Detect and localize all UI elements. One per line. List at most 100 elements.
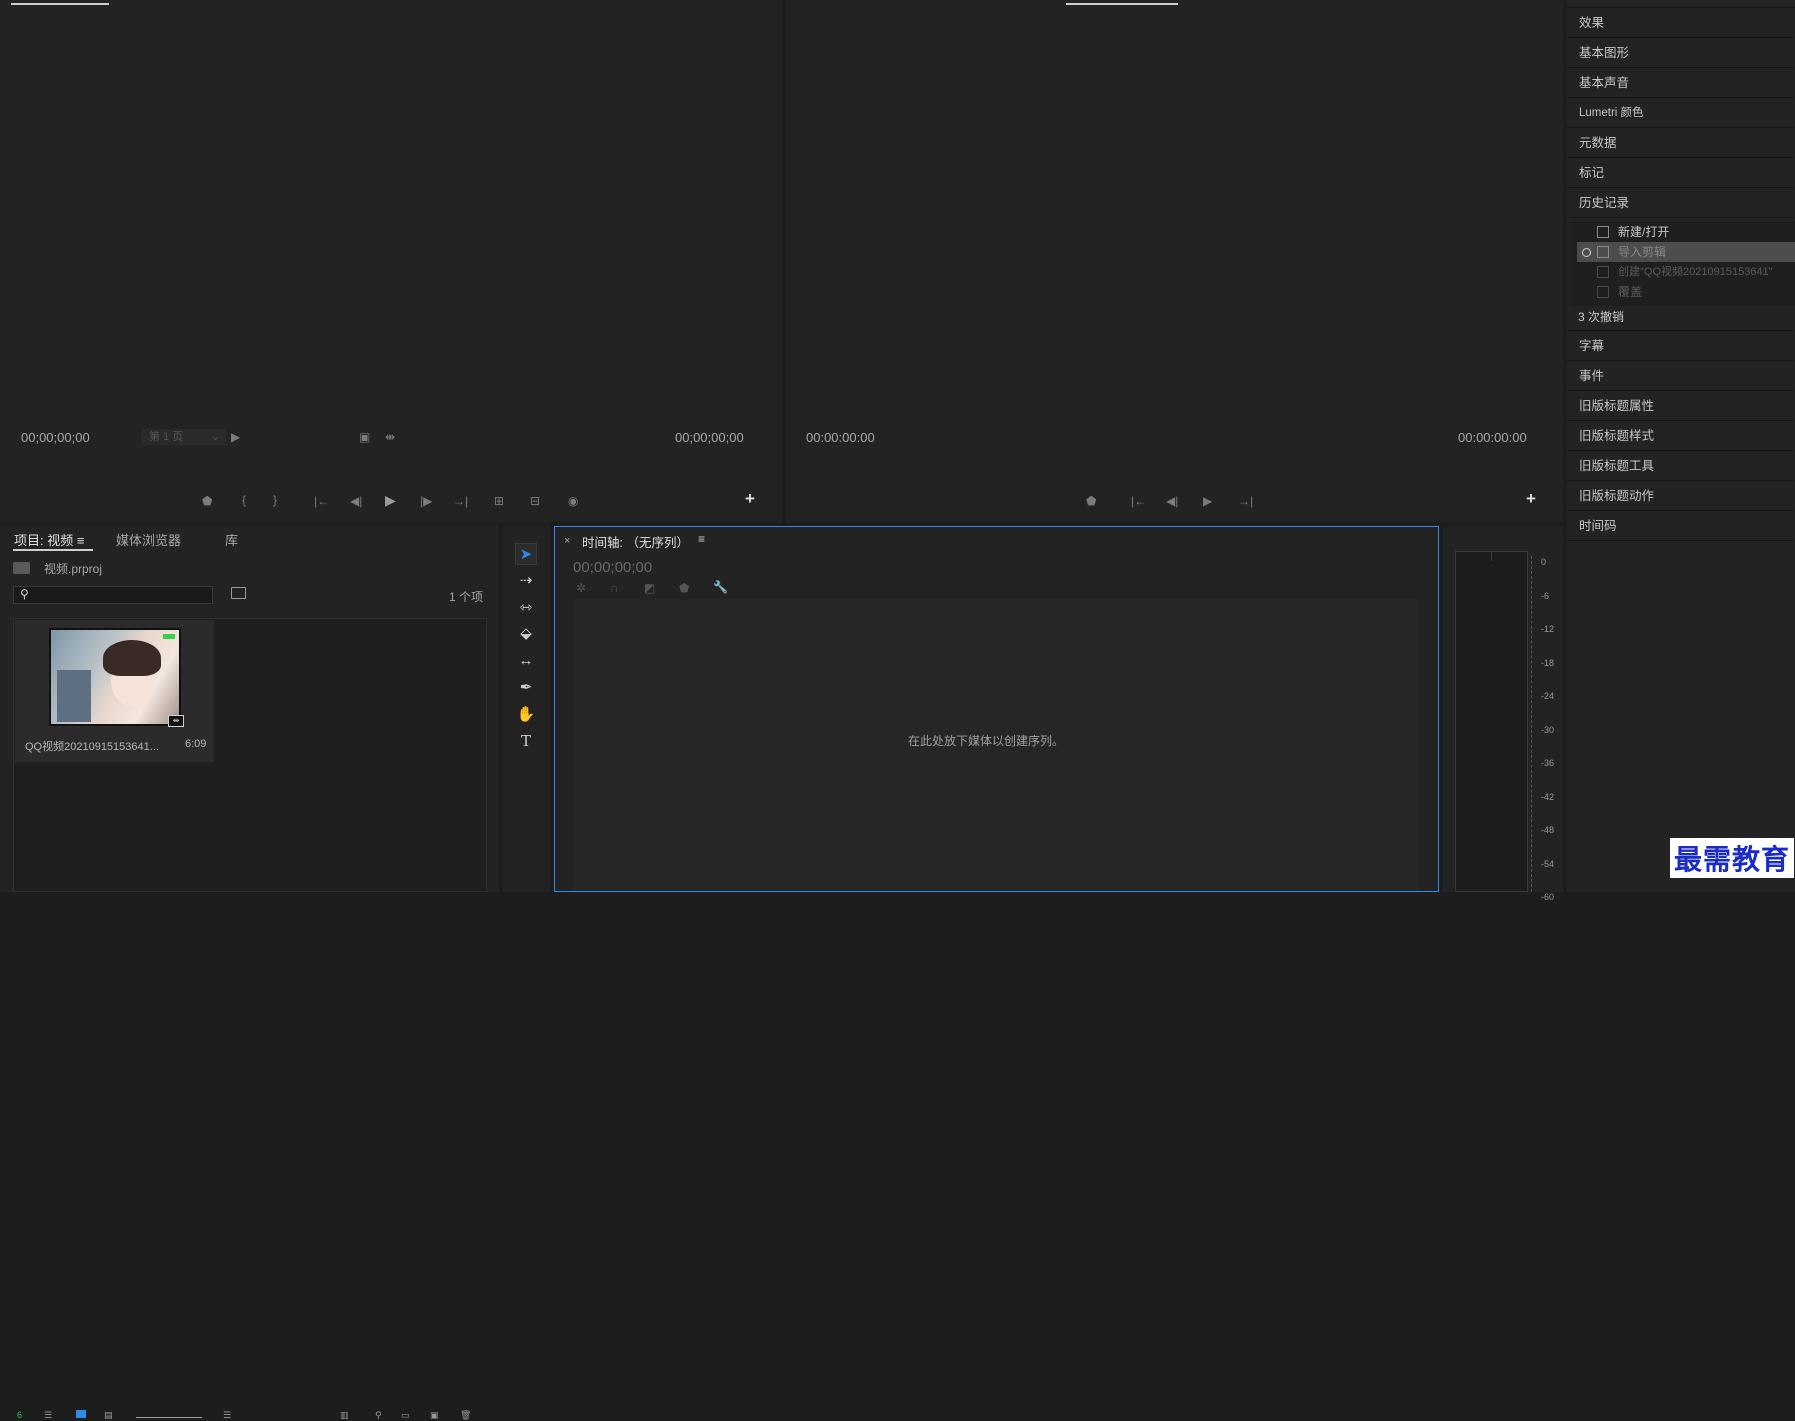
panel-item-bottom-5[interactable]: 旧版标题动作 [1567,481,1794,511]
panel-menu-icon[interactable]: ≡ [77,533,85,548]
meter-tick-label: -12 [1541,624,1555,634]
panel-item-bottom-0[interactable]: 字幕 [1567,331,1794,361]
history-item-import[interactable]: 导入剪辑 [1577,242,1795,262]
audio-meter-channels [1455,551,1528,892]
zoom-fit-icon[interactable]: ⇼ [385,430,395,444]
marker-icon[interactable]: ⬟ [202,494,212,508]
meter-tick-label: -54 [1541,858,1555,869]
panel-item-6[interactable]: 历史记录 [1567,188,1794,218]
pen-tool-icon[interactable]: ✒ [515,677,537,699]
type-tool-icon[interactable]: T [515,730,537,752]
meter-tick-label: -36 [1541,758,1555,768]
source-tab-indicator[interactable] [11,3,109,5]
panel-item-bottom-1[interactable]: 事件 [1567,361,1794,391]
camera-icon[interactable]: ◉ [568,494,578,508]
clip-thumbnail[interactable] [49,628,181,726]
marker-icon[interactable]: ⬟ [1086,494,1096,508]
clear-icon[interactable]: 🗑 [460,1410,471,1420]
tab-media-browser[interactable]: 媒体浏览器 [116,530,181,549]
page-select[interactable]: 第 1 页 ⌄ [141,429,226,445]
meter-tick-label: -24 [1541,691,1555,701]
clip-name: QQ视频20210915153641... [25,741,159,753]
panel-item-bottom-4[interactable]: 旧版标题工具 [1567,451,1794,481]
program-timecode-left[interactable]: 00:00:00:00 [806,430,875,445]
panel-item-bottom-2[interactable]: 旧版标题属性 [1567,391,1794,421]
play-small-icon[interactable]: ▶ [231,430,240,444]
step-forward-icon[interactable]: |▶ [420,494,432,508]
close-icon[interactable]: × [564,535,570,547]
history-entry-icon [1597,266,1609,278]
icon-view-icon[interactable] [76,1410,86,1418]
project-file-name: 视频.prproj [44,562,103,576]
freeform-view-icon[interactable]: ▤ [104,1410,113,1420]
current-state-icon [1582,248,1591,257]
razor-tool-icon[interactable]: ⬙ [515,623,537,645]
new-item-icon[interactable]: ▣ [430,1410,439,1420]
step-back-icon[interactable]: ◀| [350,494,362,508]
new-bin-icon[interactable]: ▭ [401,1410,410,1420]
automate-icon[interactable]: ▥ [340,1410,349,1420]
search-input[interactable]: ⚲ [13,586,213,604]
add-button-icon[interactable]: + [745,490,755,507]
meter-tick-label: -48 [1541,825,1555,835]
source-timecode-left[interactable]: 00;00;00;00 [21,430,90,445]
list-view-icon[interactable]: ☰ [44,1410,52,1420]
folder-icon [13,562,30,574]
drop-frame-icon[interactable]: ▣ [359,430,370,444]
panel-item-bottom-6[interactable]: 时间码 [1567,511,1794,541]
history-item-new-open[interactable]: 新建/打开 [1577,222,1795,242]
go-to-in-icon[interactable]: |← [1131,494,1146,508]
go-to-in-icon[interactable]: |← [314,494,329,508]
panel-item-bottom-3[interactable]: 旧版标题样式 [1567,421,1794,451]
track-select-tool-icon[interactable]: ⇢ [515,570,537,592]
new-search-bin-icon[interactable] [231,587,246,599]
panel-item-3[interactable]: Lumetri 颜色 [1567,98,1794,128]
timeline-timecode[interactable]: 00;00;00;00 [573,559,652,576]
read-only-icon[interactable]: 6 [17,1410,22,1420]
selection-tool-icon[interactable]: ➤ [515,543,537,565]
history-entry-icon [1597,286,1609,298]
history-item-overwrite[interactable]: 覆盖 [1577,282,1795,302]
linked-selection-icon[interactable]: ◩ [644,581,655,595]
hand-tool-icon[interactable]: ✋ [515,704,537,726]
add-marker-icon[interactable]: ⬟ [679,581,689,595]
play-icon[interactable]: ▶ [1203,494,1212,508]
clip-duration: 6:09 [185,738,207,750]
sort-icon[interactable]: ☰ [223,1410,231,1420]
panel-item-5[interactable]: 标记 [1567,158,1794,188]
panel-item-1[interactable]: 基本图形 [1567,38,1794,68]
timeline-menu-icon[interactable]: ≡ [698,532,705,546]
meter-tick-label: -30 [1541,724,1555,735]
meter-divider [1491,551,1492,561]
meter-tick-label: -18 [1541,657,1555,668]
play-icon[interactable]: ▶ [385,493,396,507]
panel-item-2[interactable]: 基本声音 [1567,68,1794,98]
meter-tick-label: -6 [1541,590,1550,601]
overwrite-icon[interactable]: ⊟ [530,494,540,508]
nest-icon[interactable]: ✲ [576,581,586,595]
clip-thumbnail-card[interactable]: ⇹ QQ视频20210915153641... 6:09 [15,620,214,762]
tab-project[interactable]: 项目: 视频 ≡ [14,530,84,549]
go-to-out-icon[interactable]: →| [1238,494,1253,508]
page-select-value: 第 1 页 [149,431,184,443]
wrench-icon[interactable]: 🔧 [713,580,728,594]
go-to-out-icon[interactable]: →| [453,494,468,508]
add-button-icon[interactable]: + [1526,490,1536,507]
insert-icon[interactable]: ⊞ [494,494,504,508]
zoom-slider[interactable] [136,1410,202,1418]
mark-in-icon[interactable]: { [242,493,246,507]
find-icon[interactable]: ⚲ [375,1410,382,1420]
program-tab-indicator[interactable] [1066,3,1178,5]
snap-icon[interactable]: ∩ [610,581,619,595]
mark-out-icon[interactable]: } [273,493,277,507]
panel-item-0[interactable]: 效果 [1567,8,1794,38]
tab-libraries[interactable]: 库 [225,530,238,549]
ripple-edit-tool-icon[interactable]: ⇿ [515,597,537,619]
panel-item-4[interactable]: 元数据 [1567,128,1794,158]
slip-tool-icon[interactable]: ↔ [515,650,537,672]
history-list: 新建/打开 导入剪辑 创建"QQ视频20210915153641" 覆盖 [1571,221,1795,306]
timeline-title: 时间轴: （无序列） [582,536,689,550]
step-back-icon[interactable]: ◀| [1166,494,1178,508]
history-item-create[interactable]: 创建"QQ视频20210915153641" [1577,262,1795,282]
bin-area: ⇹ QQ视频20210915153641... 6:09 [13,618,487,892]
